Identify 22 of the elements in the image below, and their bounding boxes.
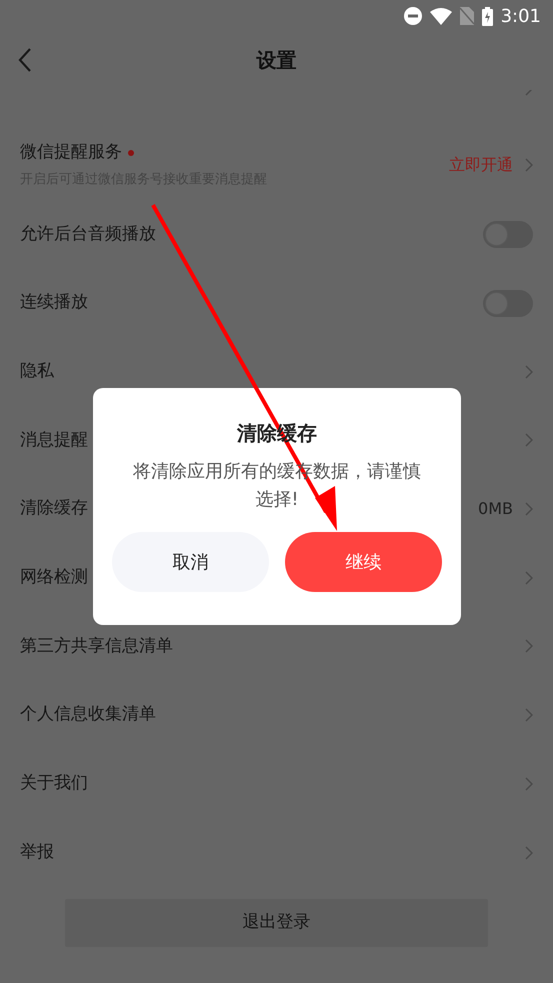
setting-value: 0MB: [478, 498, 513, 520]
page-title: 设置: [256, 47, 296, 74]
battery-charging-icon: [482, 6, 493, 26]
setting-label: 连续播放: [20, 292, 88, 312]
setting-label: 举报: [20, 842, 54, 862]
setting-label: 消息提醒: [20, 430, 88, 450]
setting-label: 隐私: [20, 360, 54, 381]
do-not-disturb-icon: [404, 7, 422, 25]
clock-time: 3:01: [500, 4, 541, 28]
setting-label: 清除缓存: [20, 498, 88, 518]
setting-label: 微信提醒服务: [20, 141, 122, 164]
setting-label: 关于我们: [20, 773, 88, 794]
continue-button[interactable]: 继续: [285, 532, 442, 592]
logout-button[interactable]: 退出登录: [65, 898, 488, 947]
setting-label: 允许后台音频播放: [20, 224, 156, 244]
back-icon[interactable]: [18, 48, 32, 72]
setting-label: 第三方共享信息清单: [20, 636, 173, 656]
setting-label: 个人信息收集清单: [20, 704, 156, 724]
no-sim-icon: [460, 7, 474, 25]
setting-label: 网络检测: [20, 567, 88, 588]
wifi-icon: [430, 8, 452, 24]
cancel-button[interactable]: 取消: [112, 532, 269, 592]
